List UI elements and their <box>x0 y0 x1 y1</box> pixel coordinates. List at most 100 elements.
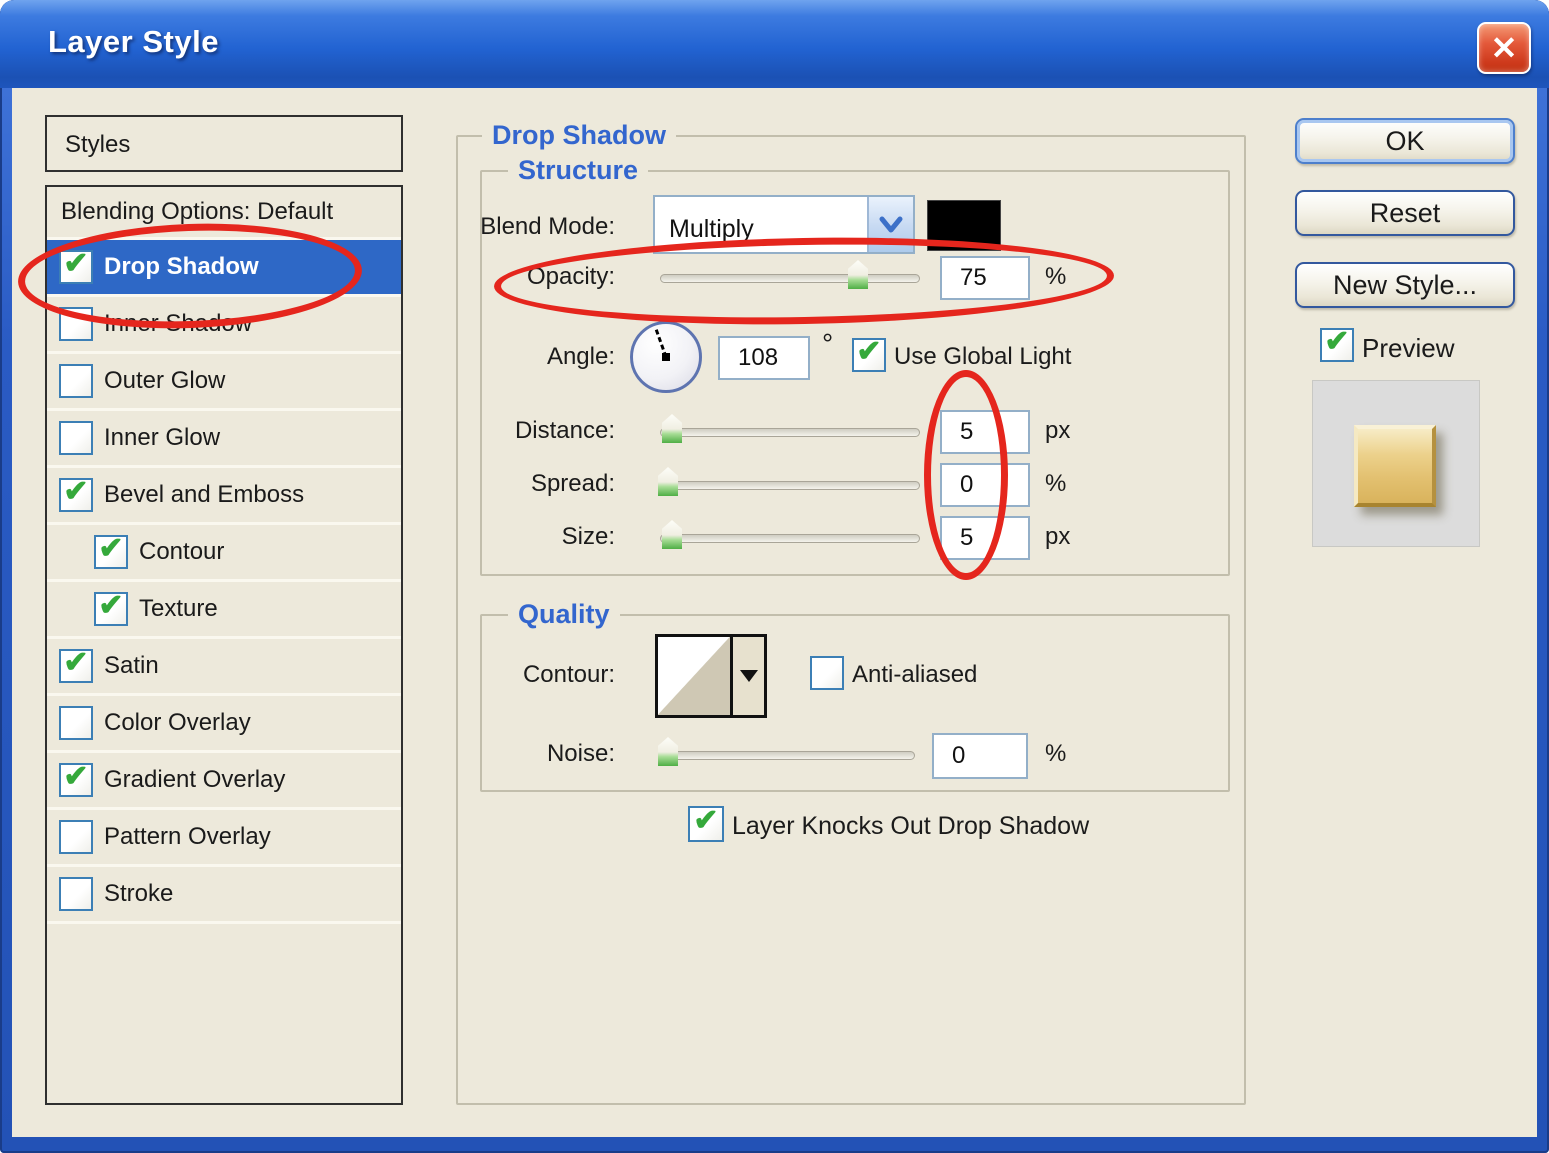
opacity-label: Opacity: <box>526 263 615 290</box>
layer-knocks-out-label: Layer Knocks Out Drop Shadow <box>732 812 1090 840</box>
spread-input[interactable] <box>940 463 1030 507</box>
layer-knocks-out-checkbox[interactable]: ✔ <box>688 806 724 842</box>
style-preview-swatch <box>1354 425 1436 507</box>
opacity-slider-track[interactable] <box>660 274 920 283</box>
angle-unit: ° <box>822 328 834 359</box>
new-style-button[interactable]: New Style... <box>1295 262 1515 308</box>
sidebar-item-outer-glow[interactable]: Outer Glow <box>47 354 401 411</box>
check-icon: ✔ <box>98 532 124 565</box>
gradient-overlay-checkbox[interactable]: ✔ <box>59 762 93 797</box>
inner-glow-checkbox[interactable] <box>59 421 93 455</box>
noise-slider-track[interactable] <box>660 751 915 760</box>
texture-checkbox[interactable]: ✔ <box>94 589 128 626</box>
sidebar-item-label: Inner Glow <box>104 424 221 451</box>
use-global-light-checkbox[interactable]: ✔ <box>852 335 886 372</box>
sidebar-item-blending-options[interactable]: Blending Options: Default <box>47 187 401 240</box>
title-bar[interactable]: Layer Style ✕ <box>0 0 1549 88</box>
opacity-unit: % <box>1045 263 1067 290</box>
spread-unit: % <box>1045 470 1067 497</box>
reset-button-label: Reset <box>1369 197 1441 228</box>
preview-thumbnail <box>1312 380 1480 547</box>
size-input[interactable] <box>940 516 1030 560</box>
blend-mode-dropdown[interactable]: Multiply <box>653 195 915 254</box>
reset-button[interactable]: Reset <box>1295 190 1515 236</box>
sidebar-item-label: Drop Shadow <box>104 253 259 280</box>
outer-glow-checkbox[interactable] <box>59 364 93 398</box>
sidebar-item-label: Outer Glow <box>104 367 226 394</box>
sidebar-item-label: Pattern Overlay <box>104 823 271 850</box>
contour-picker[interactable] <box>655 634 767 718</box>
check-icon: ✔ <box>693 804 719 837</box>
drop-shadow-checkbox[interactable]: ✔ <box>59 247 93 284</box>
ok-button[interactable]: OK <box>1295 118 1515 164</box>
anti-aliased-label: Anti-aliased <box>852 661 978 688</box>
preview-checkbox[interactable]: ✔ <box>1320 325 1354 362</box>
stroke-checkbox[interactable] <box>59 877 93 911</box>
sidebar-item-label: Satin <box>104 652 159 679</box>
check-icon: ✔ <box>63 646 89 679</box>
size-unit: px <box>1045 523 1071 550</box>
noise-input[interactable] <box>932 733 1028 779</box>
distance-label: Distance: <box>514 417 615 444</box>
angle-input[interactable] <box>718 336 810 380</box>
size-label: Size: <box>561 523 615 550</box>
contour-label: Contour: <box>522 661 615 688</box>
sidebar-item-label: Blending Options: Default <box>61 198 334 225</box>
close-button[interactable]: ✕ <box>1477 22 1531 74</box>
opacity-input[interactable] <box>940 256 1030 300</box>
sidebar-item-bevel-and-emboss[interactable]: ✔ Bevel and Emboss <box>47 468 401 525</box>
bevel-emboss-checkbox[interactable]: ✔ <box>59 477 93 512</box>
sidebar-item-label: Stroke <box>104 880 174 907</box>
distance-slider-track[interactable] <box>660 428 920 437</box>
sidebar-item-contour[interactable]: ✔ Contour <box>47 525 401 582</box>
pattern-overlay-checkbox[interactable] <box>59 820 93 854</box>
sidebar-item-texture[interactable]: ✔ Texture <box>47 582 401 639</box>
color-overlay-checkbox[interactable] <box>59 706 93 740</box>
angle-dial[interactable] <box>630 321 702 393</box>
chevron-down-icon[interactable] <box>867 197 913 252</box>
noise-label: Noise: <box>546 740 615 767</box>
sidebar-item-gradient-overlay[interactable]: ✔ Gradient Overlay <box>47 753 401 810</box>
size-slider-track[interactable] <box>660 534 920 543</box>
sidebar-item-inner-glow[interactable]: Inner Glow <box>47 411 401 468</box>
spread-slider-track[interactable] <box>660 481 920 490</box>
check-icon: ✔ <box>856 335 882 368</box>
sidebar-item-pattern-overlay[interactable]: Pattern Overlay <box>47 810 401 867</box>
check-icon: ✔ <box>63 247 89 280</box>
contour-checkbox[interactable]: ✔ <box>94 532 128 569</box>
window-title: Layer Style <box>48 24 219 59</box>
sidebar-item-satin[interactable]: ✔ Satin <box>47 639 401 696</box>
triangle-down-icon <box>739 670 758 682</box>
distance-input[interactable] <box>940 410 1030 454</box>
distance-unit: px <box>1045 417 1071 444</box>
sidebar-item-color-overlay[interactable]: Color Overlay <box>47 696 401 753</box>
noise-unit: % <box>1045 740 1067 767</box>
check-icon: ✔ <box>98 589 124 622</box>
angle-label: Angle: <box>546 343 615 370</box>
styles-header-label: Styles <box>65 131 131 158</box>
satin-checkbox[interactable]: ✔ <box>59 646 93 683</box>
check-icon: ✔ <box>1324 325 1350 358</box>
structure-group-title: Structure <box>508 155 649 186</box>
blend-mode-label: Blend Mode: <box>480 213 615 240</box>
contour-dropdown-arrow[interactable] <box>730 637 764 715</box>
blend-mode-value: Multiply <box>669 215 754 243</box>
styles-header: Styles <box>45 115 403 172</box>
sidebar-item-inner-shadow[interactable]: Inner Shadow <box>47 297 401 354</box>
inner-shadow-checkbox[interactable] <box>59 307 93 341</box>
sidebar-item-label: Color Overlay <box>104 709 251 736</box>
ok-button-label: OK <box>1385 125 1425 156</box>
sidebar-item-drop-shadow[interactable]: ✔ Drop Shadow <box>47 240 401 297</box>
quality-group-title: Quality <box>508 599 620 630</box>
new-style-button-label: New Style... <box>1332 269 1478 300</box>
sidebar-item-stroke[interactable]: Stroke <box>47 867 401 924</box>
close-icon: ✕ <box>1490 30 1518 66</box>
shadow-color-swatch[interactable] <box>927 200 1001 251</box>
anti-aliased-checkbox[interactable] <box>810 656 844 690</box>
layer-style-dialog: Layer Style ✕ Styles Blending Options: D… <box>0 0 1549 1153</box>
angle-needle-icon <box>654 328 670 361</box>
sidebar-item-label: Contour <box>139 538 225 565</box>
styles-list: Blending Options: Default ✔ Drop Shadow … <box>45 185 403 1105</box>
spread-label: Spread: <box>530 470 615 497</box>
preview-label: Preview <box>1362 333 1455 363</box>
